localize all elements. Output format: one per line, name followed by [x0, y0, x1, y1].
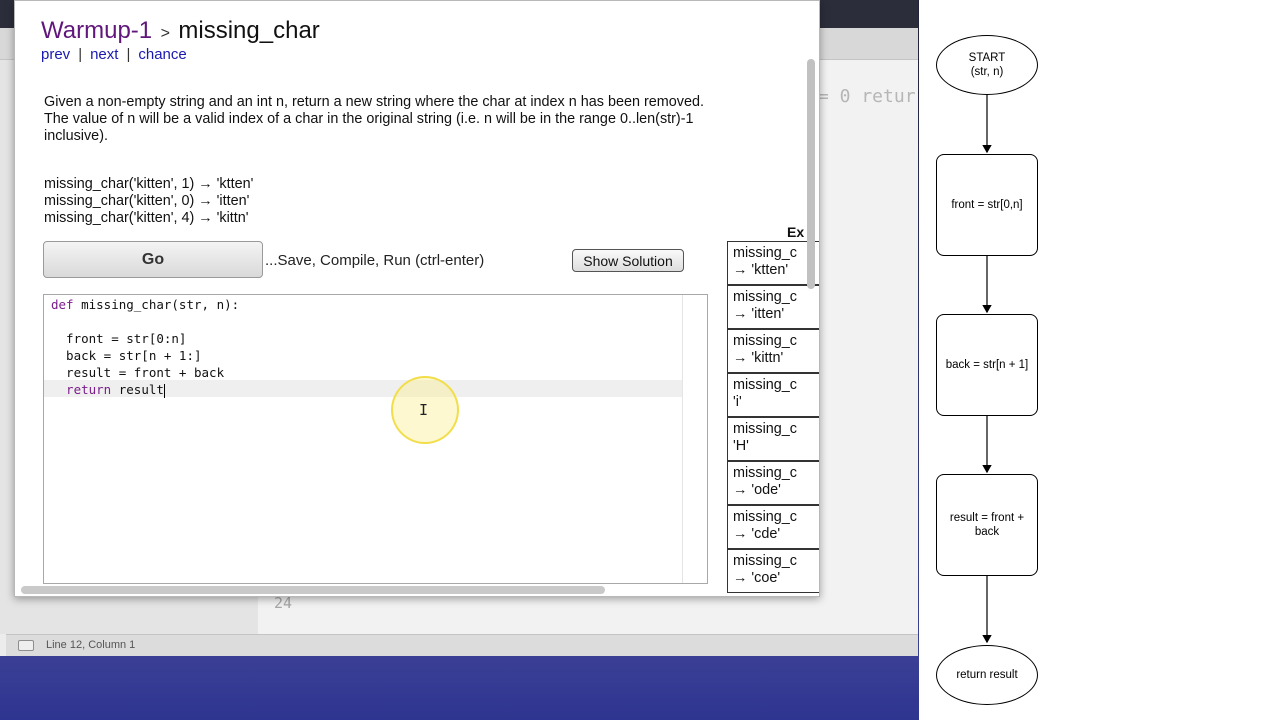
expected-value: → 'kittn'	[733, 350, 784, 366]
expected-cell: missing_c → 'cde'	[727, 505, 819, 549]
expected-value: → 'itten'	[733, 306, 785, 322]
expected-call: missing_c	[733, 245, 797, 261]
codingbat-window: Warmup-1 > missing_char prev | next | chance…	[14, 0, 820, 597]
expected-call: missing_c	[733, 465, 797, 481]
expected-call: missing_c	[733, 421, 797, 437]
code-text: missing_char(str, n):	[73, 297, 240, 312]
flow-start-node: START (str, n)	[936, 35, 1038, 95]
expected-value: → 'coe'	[733, 570, 781, 586]
code-editor[interactable]: def missing_char(str, n): front = str[0:…	[43, 294, 708, 584]
expected-value: 'i'	[733, 394, 742, 410]
code-keyword: return	[51, 382, 112, 397]
examples-list: missing_char('kitten', 1) → 'ktten' miss…	[44, 176, 253, 227]
expected-cell: missing_c'i'	[727, 373, 819, 417]
flow-step-result: result = front + back	[936, 474, 1038, 576]
example-line: missing_char('kitten', 1) → 'ktten'	[44, 176, 254, 192]
flow-start-params: (str, n)	[970, 66, 1004, 78]
expected-call: missing_c	[733, 509, 797, 525]
example-line: missing_char('kitten', 0) → 'itten'	[44, 193, 250, 209]
show-solution-button[interactable]: Show Solution	[572, 249, 684, 272]
go-hint-text: ...Save, Compile, Run (ctrl-enter)	[265, 252, 485, 269]
panel-toggle-icon[interactable]	[18, 640, 34, 651]
expected-value: 'H'	[733, 438, 749, 454]
chance-link[interactable]: chance	[138, 46, 186, 63]
expected-value: → 'ode'	[733, 482, 781, 498]
code-keyword: def	[51, 297, 74, 312]
section-link[interactable]: Warmup-1	[41, 17, 152, 44]
flow-start-label: START	[968, 52, 1006, 64]
go-button[interactable]: Go	[43, 241, 263, 278]
code-line: back = str[n + 1:]	[51, 348, 202, 363]
horizontal-scrollbar[interactable]	[21, 586, 605, 594]
expected-call: missing_c	[733, 289, 797, 305]
expected-call: missing_c	[733, 553, 797, 569]
code-line: return result	[51, 381, 165, 398]
ibeam-cursor-icon: Ι	[419, 401, 429, 419]
print-margin	[682, 295, 683, 583]
editor-code-fragment: = 0 retur	[818, 86, 916, 107]
flow-end-node: return result	[936, 645, 1038, 705]
expected-header: Ex	[787, 224, 805, 240]
page-title: missing_char	[178, 17, 320, 44]
nav-divider: |	[78, 46, 83, 63]
prev-link[interactable]: prev	[41, 46, 70, 63]
breadcrumb-separator: >	[160, 25, 170, 42]
expected-call: missing_c	[733, 377, 797, 393]
next-link[interactable]: next	[90, 46, 118, 63]
cursor-position-status: Line 12, Column 1	[46, 639, 136, 651]
example-line: missing_char('kitten', 4) → 'kittn'	[44, 210, 249, 226]
expected-value: → 'cde'	[733, 526, 781, 542]
expected-cell: missing_c → 'coe'	[727, 549, 819, 593]
expected-cell: missing_c 'H'	[727, 417, 819, 461]
code-text: result	[111, 382, 164, 397]
nav-divider: |	[126, 46, 131, 63]
code-line: result = front + back	[51, 365, 225, 380]
expected-cell: missing_c → 'kittn'	[727, 329, 819, 373]
text-cursor	[163, 383, 165, 398]
breadcrumb: Warmup-1 > missing_char	[41, 17, 320, 45]
expected-call: missing_c	[733, 333, 797, 349]
expected-cell: missing_c → 'ode'	[727, 461, 819, 505]
flowchart-panel: START (str, n) front = str[0,n] back = s…	[919, 0, 1280, 720]
code-line: front = str[0:n]	[51, 331, 187, 346]
problem-description: Given a non-empty string and an int n, r…	[44, 94, 704, 144]
code-line: def missing_char(str, n):	[51, 296, 239, 313]
vertical-scrollbar[interactable]	[807, 59, 815, 289]
flow-step-back: back = str[n + 1]	[936, 314, 1038, 416]
problem-nav: prev | next | chance	[41, 46, 187, 63]
editor-status-bar: Line 12, Column 1	[6, 634, 918, 656]
expected-cell: missing_c → 'itten'	[727, 285, 819, 329]
expected-value: → 'ktten'	[733, 262, 789, 278]
flow-step-front: front = str[0,n]	[936, 154, 1038, 256]
